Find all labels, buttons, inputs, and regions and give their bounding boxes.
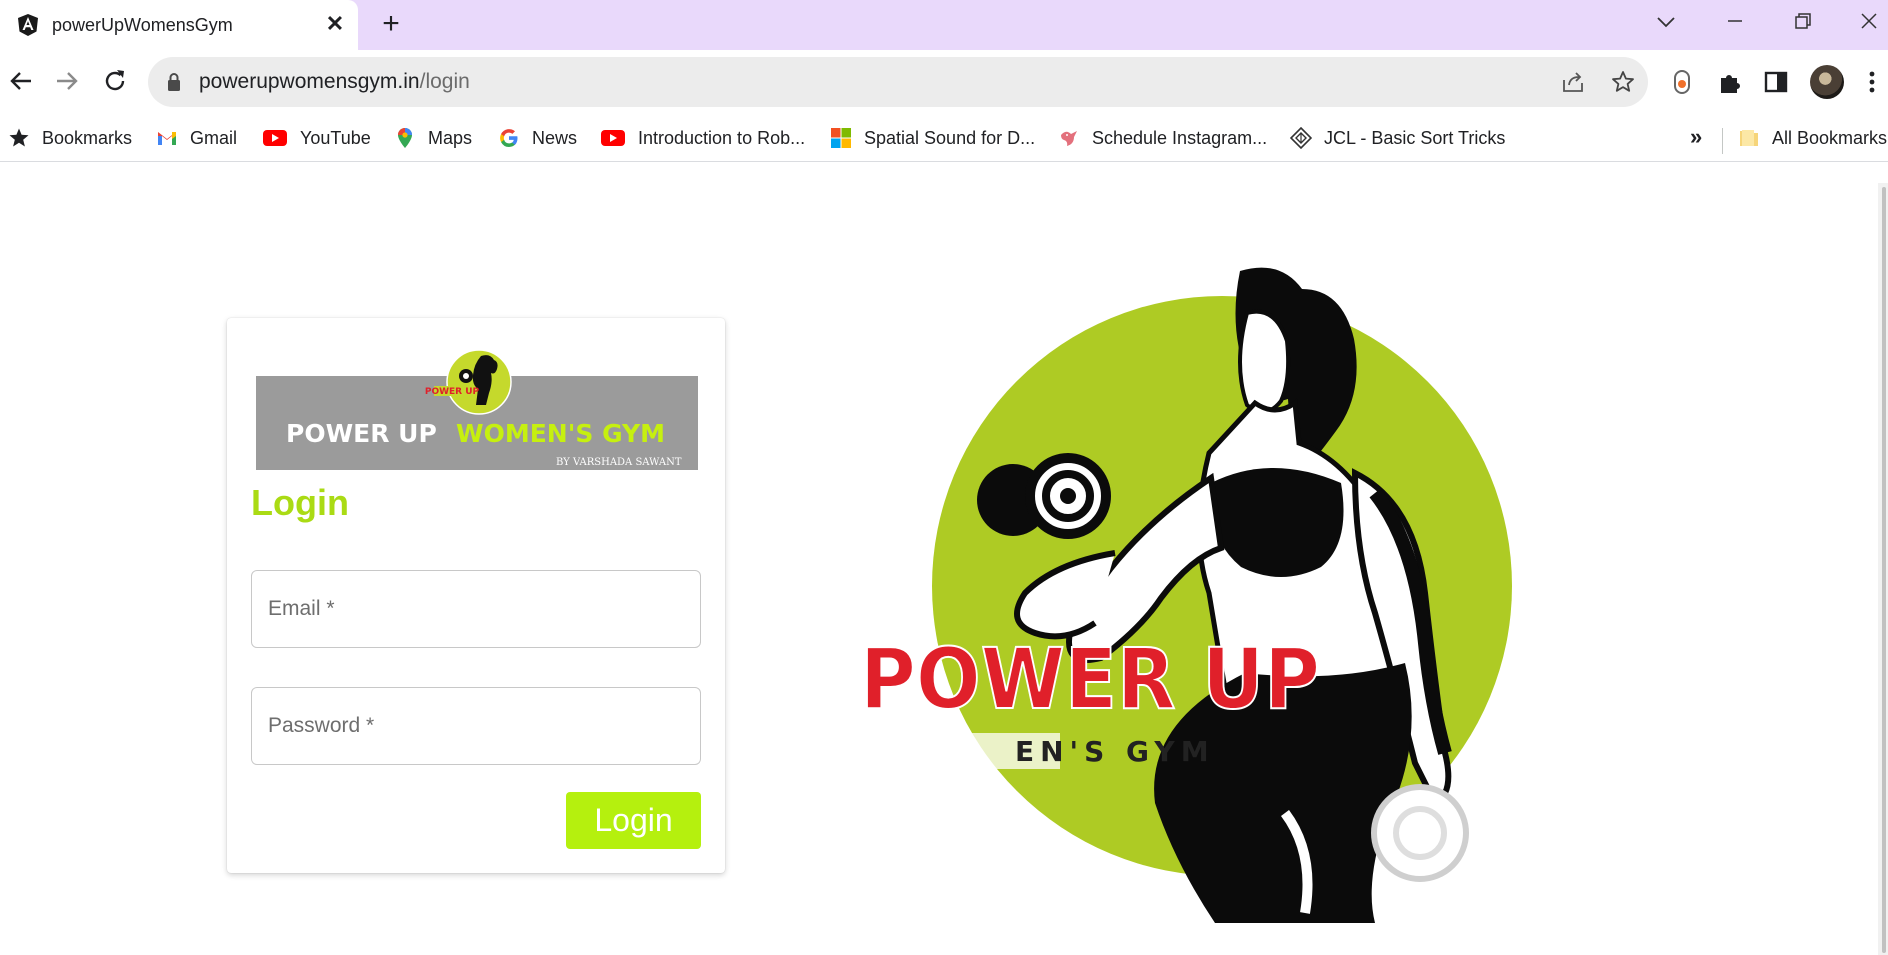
email-input[interactable] (268, 571, 686, 647)
banner-tagline: BY VARSHADA SAWANT (556, 457, 682, 468)
restore-icon[interactable] (1790, 8, 1816, 34)
bookmark-item[interactable]: Introduction to Rob... (600, 124, 805, 152)
address-bar[interactable]: powerupwomensgym.in/login (148, 57, 1648, 107)
lock-icon[interactable] (166, 72, 182, 92)
hero-subtitle: EN'S GYM (1015, 735, 1215, 768)
bird-icon (1061, 131, 1077, 146)
login-button[interactable]: Login (566, 792, 701, 849)
angular-icon (18, 14, 38, 36)
all-bookmarks-item[interactable]: All Bookmarks (1738, 124, 1887, 152)
maps-icon (398, 128, 412, 148)
folder-icon (1740, 130, 1758, 146)
bookmark-label: Bookmarks (42, 127, 133, 148)
bookmarks-divider (1722, 128, 1723, 154)
bookmark-label: Introduction to Rob... (638, 127, 806, 148)
page-viewport: POWER UP POWER UP WOMEN'S GYM BY VARSHAD… (0, 163, 1888, 955)
gym-banner-logo: POWER UP POWER UP WOMEN'S GYM BY VARSHAD… (256, 349, 698, 470)
bookmark-label: Maps (428, 127, 473, 148)
browser-toolbar: powerupwomensgym.in/login (0, 50, 1888, 114)
back-arrow-icon[interactable] (4, 64, 38, 98)
hero-title: POWER UP (860, 630, 1320, 728)
profile-avatar[interactable] (1810, 65, 1844, 99)
url-path: /login (419, 70, 470, 93)
scrollbar-thumb[interactable] (1882, 187, 1886, 953)
more-options-icon[interactable] (1864, 68, 1880, 96)
all-bookmarks-label: All Bookmarks (1772, 127, 1888, 148)
bookmark-label: Gmail (190, 127, 238, 148)
bookmark-label: News (532, 127, 578, 148)
side-panel-icon[interactable] (1762, 68, 1790, 96)
more-bookmarks-chevron-icon[interactable]: » (1690, 124, 1702, 150)
puzzle-icon[interactable] (1716, 68, 1744, 96)
bookmarks-bar: Bookmarks Gmail YouTube Maps News Introd… (0, 114, 1888, 162)
bookmark-label: YouTube (300, 127, 371, 148)
bookmark-item[interactable]: Spatial Sound for D... (830, 124, 1035, 152)
bookmark-item[interactable]: Gmail (156, 124, 237, 152)
password-input[interactable] (268, 688, 686, 764)
close-tab-icon[interactable]: ✕ (322, 11, 348, 37)
tab-strip: powerUpWomensGym ✕ + (0, 0, 1888, 50)
microsoft-icon (831, 128, 851, 148)
email-field[interactable] (251, 570, 701, 648)
window-close-icon[interactable] (1856, 8, 1882, 34)
reload-icon[interactable] (98, 64, 132, 98)
extension-icon[interactable] (1668, 68, 1696, 96)
bookmark-item[interactable]: News (498, 124, 577, 152)
browser-tab[interactable]: powerUpWomensGym ✕ (0, 0, 358, 50)
banner-badge-text: POWER UP (425, 387, 480, 397)
banner-title-white: POWER UP (286, 419, 437, 448)
bookmark-item[interactable]: YouTube (262, 124, 371, 152)
youtube-icon (263, 130, 287, 146)
google-icon (500, 129, 518, 147)
bookmark-item[interactable]: Bookmarks (8, 124, 132, 152)
bookmark-item[interactable]: Maps (394, 124, 472, 152)
star-icon (9, 128, 29, 147)
bookmark-item[interactable]: Schedule Instagram... (1058, 124, 1267, 152)
bookmark-label: JCL - Basic Sort Tricks (1324, 127, 1506, 148)
url-text[interactable]: powerupwomensgym.in/login (199, 70, 470, 94)
minimize-icon[interactable] (1722, 8, 1748, 34)
password-field[interactable] (251, 687, 701, 765)
tab-title: powerUpWomensGym (52, 15, 233, 35)
bookmark-item[interactable]: JCL - Basic Sort Tricks (1290, 124, 1505, 152)
login-heading: Login (251, 482, 349, 523)
banner-title-green: WOMEN'S GYM (456, 419, 665, 448)
bookmark-star-icon[interactable] (1610, 69, 1636, 95)
bookmark-label: Schedule Instagram... (1092, 127, 1268, 148)
login-card: POWER UP POWER UP WOMEN'S GYM BY VARSHAD… (227, 318, 725, 873)
gym-hero-logo: POWER UP EN'S GYM (859, 267, 1524, 923)
gmail-icon (158, 132, 176, 145)
share-icon[interactable] (1560, 69, 1586, 95)
forward-arrow-icon[interactable] (50, 64, 84, 98)
chevron-down-icon[interactable] (1654, 10, 1678, 34)
url-domain: powerupwomensgym.in (199, 70, 420, 93)
bookmark-label: Spatial Sound for D... (864, 127, 1036, 148)
new-tab-icon[interactable]: + (376, 9, 406, 40)
youtube-icon (601, 130, 625, 146)
jcl-icon (1290, 127, 1312, 149)
